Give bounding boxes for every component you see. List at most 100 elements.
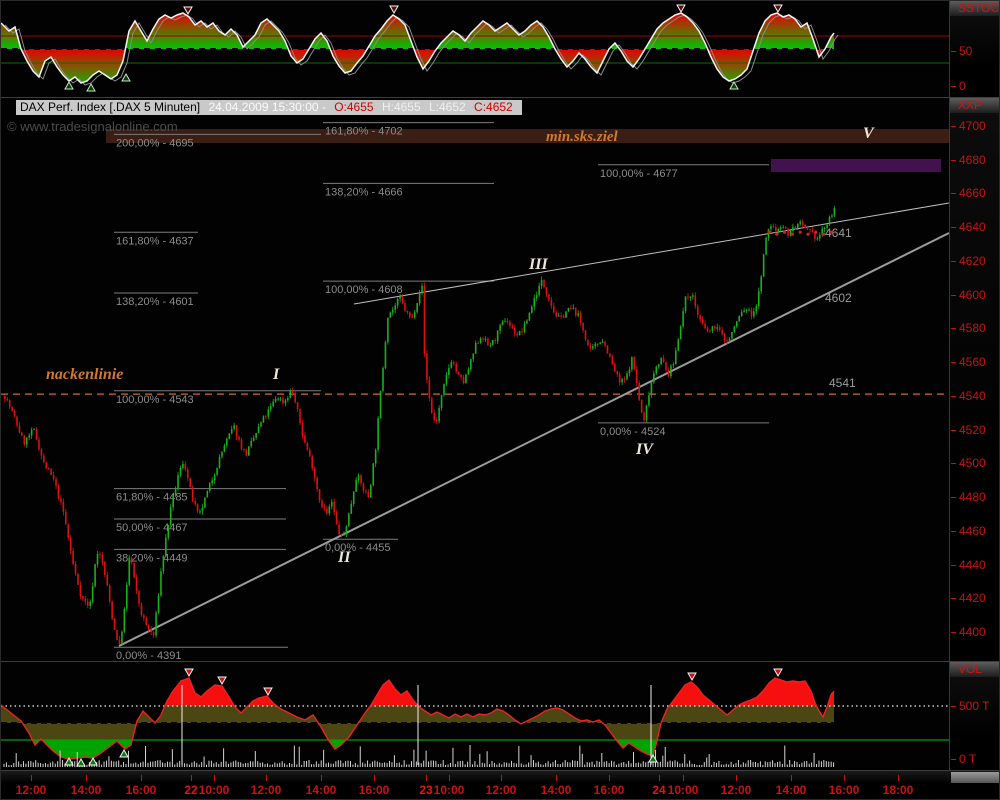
candle-body (382, 368, 384, 391)
candle-body (268, 410, 270, 417)
trendline[interactable] (354, 203, 949, 304)
candle-body (319, 489, 321, 500)
candle-body (541, 280, 543, 286)
candle-body (14, 411, 16, 417)
axis-tick-mark (951, 706, 956, 707)
candle-body (165, 538, 167, 556)
candle-body (594, 344, 596, 347)
time-label: 14:00 (64, 783, 108, 797)
candle-body (102, 555, 104, 562)
candle-body (99, 554, 101, 555)
sar-dot (775, 233, 778, 236)
candle-body (707, 328, 709, 331)
time-axis[interactable]: 12:0014:0016:002210:0012:0014:0016:00231… (1, 771, 1000, 800)
candle-body (531, 307, 533, 313)
candle-body (350, 504, 352, 514)
candle-body (817, 238, 819, 239)
candle-body (570, 308, 572, 309)
axis-tick-mark (951, 160, 956, 161)
candle-body (138, 591, 140, 604)
candle-body (67, 524, 69, 537)
candle-body (604, 342, 606, 346)
candle-body (192, 487, 194, 501)
time-tick-mark (791, 775, 792, 781)
time-label: 14:00 (299, 783, 343, 797)
candle-body (233, 425, 235, 429)
min-sks-ziel-band[interactable] (106, 129, 949, 143)
axis-tick-mark (951, 598, 956, 599)
sar-dot (814, 231, 817, 234)
candle-body (480, 338, 482, 343)
time-label: 12:00 (479, 783, 523, 797)
candle-body (119, 640, 121, 644)
candle-body (43, 456, 45, 463)
axis-tick-label: 50 (959, 44, 972, 58)
candle-body (685, 296, 687, 311)
candle-body (490, 345, 492, 346)
trendline-price-tag: 4602 (825, 291, 852, 305)
candle-body (773, 226, 775, 227)
candle-body (719, 327, 721, 330)
candle-body (365, 491, 367, 492)
axis-tick-label: 0 (959, 79, 966, 93)
sstoc-peak-marker (677, 5, 685, 12)
candle-body (619, 374, 621, 382)
candle-body (207, 491, 209, 498)
candle-body (163, 556, 165, 572)
candle-body (770, 226, 772, 229)
projection-box[interactable] (771, 159, 941, 172)
candle-body (58, 486, 60, 498)
candle-body (189, 478, 191, 487)
candle-body (402, 297, 404, 303)
price-chart-canvas[interactable]: 200,00% - 4695161,80% - 4637138,20% - 46… (1, 98, 949, 661)
candle-body (63, 502, 65, 512)
candle-body (577, 313, 579, 315)
sar-dot (799, 231, 802, 234)
candle-body (699, 315, 701, 319)
candle-body (665, 362, 667, 370)
candle-body (729, 338, 731, 340)
sstoc-price-axis[interactable]: SSTOC 500 (950, 1, 1000, 97)
candle-body (724, 334, 726, 340)
candle-body (687, 296, 689, 297)
candle-body (148, 625, 150, 629)
axis-tick-mark (951, 463, 956, 464)
candle-body (282, 398, 284, 403)
time-tick-mark (214, 775, 215, 781)
sstoc-trough-marker (87, 84, 95, 91)
min-sks-ziel-label: min.sks.ziel (546, 129, 619, 145)
candle-body (280, 398, 282, 399)
candle-body (482, 338, 484, 339)
candle-body (438, 408, 440, 421)
candle-body (302, 423, 304, 435)
candle-body (228, 433, 230, 438)
vol-axis[interactable]: VOL 500 T0 T (950, 662, 1000, 770)
candle-body (573, 308, 575, 309)
neckline-price-tag: 4541 (829, 376, 856, 390)
candle-body (326, 508, 328, 513)
vol-chart-canvas[interactable] (1, 662, 949, 770)
elliott-wave-label: I (272, 366, 280, 383)
candle-body (441, 395, 443, 408)
candle-body (675, 351, 677, 365)
axis-tick-mark (951, 51, 956, 52)
time-label: 10:00 (192, 783, 236, 797)
sstoc-chart-canvas[interactable] (1, 1, 949, 97)
candle-body (736, 321, 738, 326)
candle-body (451, 362, 453, 368)
candle-body (785, 227, 787, 229)
instrument-title[interactable]: DAX Perf. Index [.DAX 5 Minuten] (20, 100, 200, 114)
candle-body (133, 563, 135, 578)
candle-body (260, 422, 262, 426)
candle-body (246, 450, 248, 456)
candle-body (712, 326, 714, 331)
axis-tick-label: 4640 (959, 220, 986, 234)
candle-body (299, 409, 301, 423)
candle-body (782, 227, 784, 228)
candle-body (521, 331, 523, 332)
price-axis[interactable]: XXP 470046804660464046204600458045604540… (950, 98, 1000, 661)
candle-body (414, 312, 416, 317)
candle-body (341, 534, 343, 535)
sstoc-trough-marker (65, 82, 73, 89)
candle-body (709, 331, 711, 332)
